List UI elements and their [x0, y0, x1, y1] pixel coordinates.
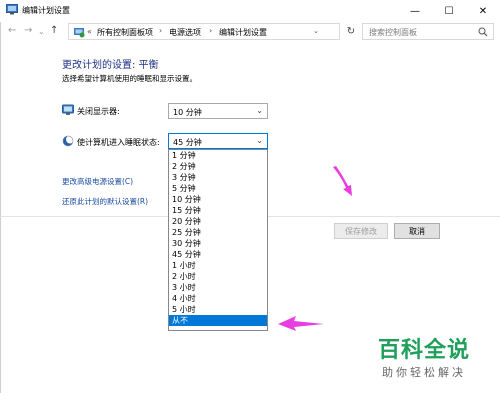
dropdown-option[interactable]: 1 小时 [169, 260, 267, 271]
dropdown-option[interactable]: 3 小时 [169, 282, 267, 293]
refresh-button[interactable]: ↻ [344, 23, 358, 40]
back-button[interactable]: ← [8, 25, 16, 36]
control-panel-icon [6, 4, 18, 15]
chevron-down-icon: ⌄ [256, 106, 263, 115]
minimize-button[interactable]: — [398, 0, 432, 22]
display-off-select[interactable]: 10 分钟 ⌄ [168, 103, 268, 119]
watermark-title: 百科全说 [378, 338, 471, 363]
save-button[interactable]: 保存修改 [334, 223, 388, 239]
advanced-power-settings-link[interactable]: 更改高级电源设置(C) [62, 176, 133, 187]
breadcrumb-overflow[interactable]: « [87, 27, 92, 36]
dropdown-option[interactable]: 10 分钟 [169, 194, 267, 205]
dropdown-option[interactable]: 2 小时 [169, 271, 267, 282]
watermark-subtitle: 助你轻松解决 [382, 366, 466, 379]
refresh-icon: ↻ [346, 26, 356, 37]
up-button[interactable]: ↑ [50, 25, 58, 36]
recent-locations-button[interactable]: ⌄ [38, 27, 45, 36]
control-panel-icon [74, 28, 85, 38]
minimize-icon: — [410, 5, 420, 17]
search-placeholder: 搜索控制面板 [369, 28, 417, 37]
page-description: 选择希望计算机使用的睡眠和显示设置。 [62, 74, 197, 83]
dropdown-option[interactable]: 从不 [169, 315, 267, 326]
address-bar[interactable]: « 所有控制面板项 › 电源选项 › 编辑计划设置 ⌄ [68, 23, 340, 40]
search-icon [478, 27, 488, 37]
window-title: 编辑计划设置 [22, 6, 70, 15]
dropdown-option[interactable]: 45 分钟 [169, 249, 267, 260]
close-button[interactable]: ✕ [466, 0, 500, 22]
search-input[interactable]: 搜索控制面板 [362, 23, 494, 40]
dropdown-option[interactable]: 15 分钟 [169, 205, 267, 216]
breadcrumb-separator: › [159, 26, 163, 35]
page-title: 更改计划的设置: 平衡 [62, 60, 159, 71]
close-icon: ✕ [478, 5, 488, 17]
dropdown-option[interactable]: 5 小时 [169, 304, 267, 315]
breadcrumb-all-items[interactable]: 所有控制面板项 [97, 27, 153, 38]
display-off-value: 10 分钟 [173, 108, 202, 117]
chevron-down-icon[interactable]: ⌄ [313, 27, 319, 35]
breadcrumb-edit-plan[interactable]: 编辑计划设置 [219, 27, 267, 38]
dropdown-option[interactable]: 2 分钟 [169, 161, 267, 172]
sleep-label: 使计算机进入睡眠状态: [77, 138, 160, 147]
maximize-icon: ☐ [444, 5, 454, 17]
cancel-button[interactable]: 取消 [394, 223, 440, 239]
dropdown-option[interactable]: 30 分钟 [169, 238, 267, 249]
monitor-icon [62, 104, 74, 115]
annotation-arrow-save [333, 166, 352, 196]
dropdown-option[interactable]: 25 分钟 [169, 227, 267, 238]
window-border [0, 22, 1, 393]
annotation-arrow-never [278, 316, 324, 331]
sleep-dropdown-list[interactable]: 1 分钟 2 分钟 3 分钟 5 分钟 10 分钟 15 分钟 20 分钟 25 分钟 30 分… [168, 149, 268, 331]
maximize-button[interactable]: ☐ [432, 0, 466, 22]
restore-defaults-link[interactable]: 还原此计划的默认设置(R) [62, 196, 148, 207]
watermark-logo: 百科全说 助你轻松解决 [372, 332, 492, 386]
breadcrumb-separator: › [209, 26, 213, 35]
forward-button[interactable]: → [24, 25, 32, 36]
sleep-value: 45 分钟 [173, 138, 202, 147]
display-off-label: 关闭显示器: [77, 107, 120, 116]
dropdown-option[interactable]: 1 分钟 [169, 150, 267, 161]
moon-icon [62, 135, 74, 147]
sleep-select[interactable]: 45 分钟 ⌄ [168, 133, 268, 149]
dropdown-option[interactable]: 4 小时 [169, 293, 267, 304]
address-row: ← → ⌄ ↑ « 所有控制面板项 › 电源选项 › 编辑计划设置 ⌄ ↻ 搜索… [0, 22, 500, 42]
chevron-down-icon: ⌄ [256, 136, 263, 145]
dropdown-option[interactable]: 20 分钟 [169, 216, 267, 227]
dropdown-option[interactable]: 3 分钟 [169, 172, 267, 183]
title-bar: 编辑计划设置 — ☐ ✕ [0, 0, 500, 22]
breadcrumb-power-options[interactable]: 电源选项 [169, 27, 201, 38]
dropdown-option[interactable]: 5 分钟 [169, 183, 267, 194]
